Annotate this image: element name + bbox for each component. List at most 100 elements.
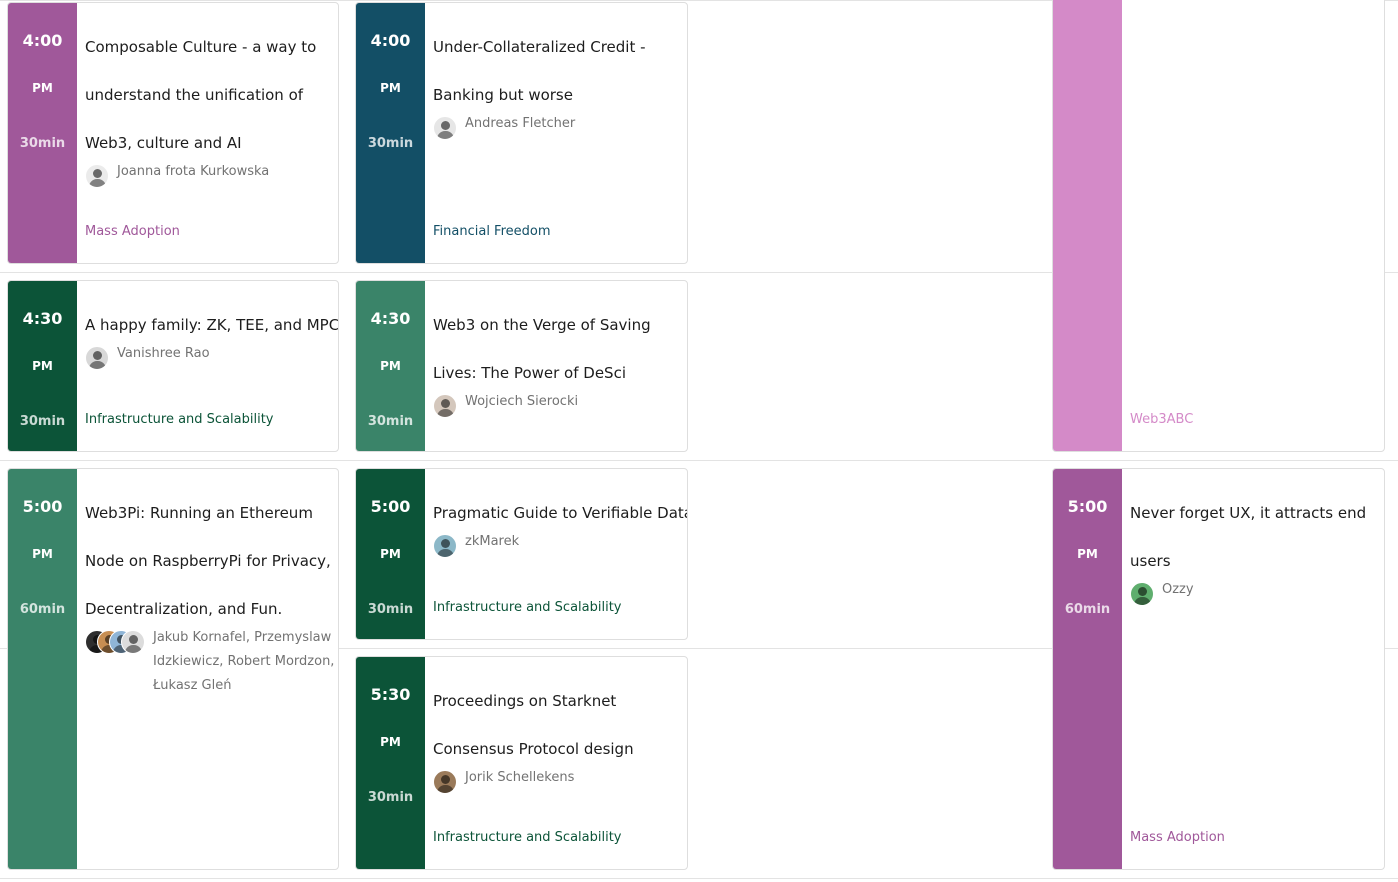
session-speakers: Jorik Schellekens [433, 770, 681, 796]
session-track-tag[interactable]: Web3ABC [1130, 410, 1193, 430]
session-start-time: 4:00 [370, 31, 411, 50]
session-body: A happy family: ZK, TEE, and MPC! Vanish… [85, 281, 338, 451]
speaker-avatar [433, 116, 457, 140]
session-body: Web3Pi: Running an Ethereum Node on Rasp… [85, 469, 334, 869]
session-start-time: 4:00 [22, 31, 63, 50]
session-title[interactable]: Web3 on the Verge of Saving Lives: The P… [433, 301, 681, 397]
session-card[interactable]: 5:00 PM 30min Pragmatic Guide to Verifia… [355, 468, 688, 640]
session-track-tag[interactable]: Infrastructure and Scalability [85, 410, 274, 430]
session-title[interactable]: Web3Pi: Running an Ethereum Node on Rasp… [85, 489, 332, 633]
session-title[interactable]: Composable Culture - a way to understand… [85, 23, 332, 167]
session-track-tag[interactable]: Mass Adoption [1130, 828, 1225, 848]
session-card[interactable]: 4:30 PM 30min Web3 on the Verge of Savin… [355, 280, 688, 452]
session-ampm: PM [380, 359, 401, 373]
speaker-avatar [1130, 582, 1154, 606]
session-time-column: 5:00 PM 60min [8, 469, 77, 869]
grid-line [0, 460, 1398, 461]
session-ampm: PM [32, 359, 53, 373]
session-track-tag[interactable]: Mass Adoption [85, 222, 180, 242]
session-card[interactable]: 4:00 PM 30min Under-Collateralized Credi… [355, 2, 688, 264]
speaker-name[interactable]: zkMarek [465, 530, 519, 554]
session-track-tag[interactable]: Infrastructure and Scalability [433, 828, 622, 848]
session-speakers: Andreas Fletcher [433, 116, 681, 142]
session-track-tag[interactable]: Financial Freedom [433, 222, 551, 242]
speaker-name[interactable]: Jorik Schellekens [465, 766, 574, 790]
session-title-line: Web3Pi: Running an Ethereum [85, 504, 313, 522]
session-ampm: PM [380, 547, 401, 561]
session-title-line: Node on RaspberryPi for Privacy, [85, 552, 331, 570]
speaker-name[interactable]: Wojciech Sierocki [465, 390, 578, 414]
session-body: Proceedings on Starknet Consensus Protoc… [433, 657, 681, 869]
speaker-names[interactable]: Jakub Kornafel, Przemyslaw Idzkiewicz, R… [153, 626, 334, 698]
session-start-time: 4:30 [22, 309, 63, 328]
session-duration: 30min [367, 790, 414, 805]
speaker-name[interactable]: Joanna frota Kurkowska [117, 160, 269, 184]
session-track-tag[interactable]: Infrastructure and Scalability [433, 598, 622, 618]
session-speakers: zkMarek [433, 534, 685, 560]
session-duration: 30min [367, 414, 414, 429]
session-speakers: Wojciech Sierocki [433, 394, 681, 420]
session-time-column: 4:00 PM 30min [8, 3, 77, 263]
session-body: Under-Collateralized Credit - Banking bu… [433, 3, 681, 263]
schedule-grid: 4:00 PM 30min Composable Culture - a way… [0, 0, 1398, 882]
session-title-line: Composable Culture - a way to [85, 38, 317, 56]
session-body: Web3ABC [1130, 0, 1378, 451]
session-body: Web3 on the Verge of Saving Lives: The P… [433, 281, 681, 451]
session-start-time: 5:00 [1067, 497, 1108, 516]
session-ampm: PM [1077, 547, 1098, 561]
session-ampm: PM [380, 735, 401, 749]
session-start-time: 5:30 [370, 685, 411, 704]
speaker-avatar [85, 164, 109, 188]
speaker-avatar [433, 770, 457, 794]
session-title[interactable]: Never forget UX, it attracts end users [1130, 489, 1378, 585]
session-speakers: Jakub Kornafel, Przemyslaw Idzkiewicz, R… [85, 630, 334, 702]
session-time-column: 4:00 PM 30min [356, 3, 425, 263]
speaker-name[interactable]: Ozzy [1162, 578, 1194, 602]
session-body: Composable Culture - a way to understand… [85, 3, 332, 263]
session-ampm: PM [32, 81, 53, 95]
session-title-line: understand the unification of [85, 86, 304, 104]
speaker-avatar [433, 394, 457, 418]
session-card[interactable]: Web3ABC [1052, 0, 1385, 452]
session-duration: 60min [19, 602, 66, 617]
speaker-avatar [121, 630, 145, 654]
speaker-name[interactable]: Vanishree Rao [117, 342, 210, 366]
speaker-avatar [85, 346, 109, 370]
session-card[interactable]: 4:30 PM 30min A happy family: ZK, TEE, a… [7, 280, 339, 452]
session-duration: 60min [1064, 602, 1111, 617]
speaker-names-line: Łukasz Gleń [153, 678, 232, 693]
session-time-column: 5:30 PM 30min [356, 657, 425, 869]
session-card[interactable]: 5:30 PM 30min Proceedings on Starknet Co… [355, 656, 688, 870]
session-body: Pragmatic Guide to Verifiable Data zkMar… [433, 469, 687, 639]
session-duration: 30min [19, 136, 66, 151]
session-time-column: 5:00 PM 30min [356, 469, 425, 639]
session-title-line: Proceedings on Starknet [433, 692, 617, 710]
speaker-names-line: Jakub Kornafel, Przemyslaw [153, 630, 332, 645]
session-speakers: Joanna frota Kurkowska [85, 164, 332, 190]
session-duration: 30min [19, 414, 66, 429]
session-start-time: 5:00 [22, 497, 63, 516]
session-duration: 30min [367, 136, 414, 151]
session-ampm: PM [380, 81, 401, 95]
speaker-names-line: Idzkiewicz, Robert Mordzon, [153, 654, 335, 669]
session-speakers: Ozzy [1130, 582, 1378, 608]
session-time-column [1053, 0, 1122, 451]
session-start-time: 4:30 [370, 309, 411, 328]
session-card[interactable]: 5:00 PM 60min Never forget UX, it attrac… [1052, 468, 1385, 870]
session-duration: 30min [367, 602, 414, 617]
session-speakers: Vanishree Rao [85, 346, 336, 372]
session-title-line: Under-Collateralized Credit - [433, 38, 646, 56]
session-title-line: Never forget UX, it attracts end [1130, 504, 1367, 522]
grid-line [0, 878, 1398, 879]
session-body: Never forget UX, it attracts end users O… [1130, 469, 1378, 869]
session-time-column: 5:00 PM 60min [1053, 469, 1122, 869]
session-card[interactable]: 4:00 PM 30min Composable Culture - a way… [7, 2, 339, 264]
session-title[interactable]: Under-Collateralized Credit - Banking bu… [433, 23, 681, 119]
session-time-column: 4:30 PM 30min [356, 281, 425, 451]
session-title[interactable]: Proceedings on Starknet Consensus Protoc… [433, 677, 681, 773]
session-time-column: 4:30 PM 30min [8, 281, 77, 451]
speaker-name[interactable]: Andreas Fletcher [465, 112, 575, 136]
session-ampm: PM [32, 547, 53, 561]
session-start-time: 5:00 [370, 497, 411, 516]
session-card[interactable]: 5:00 PM 60min Web3Pi: Running an Ethereu… [7, 468, 339, 870]
